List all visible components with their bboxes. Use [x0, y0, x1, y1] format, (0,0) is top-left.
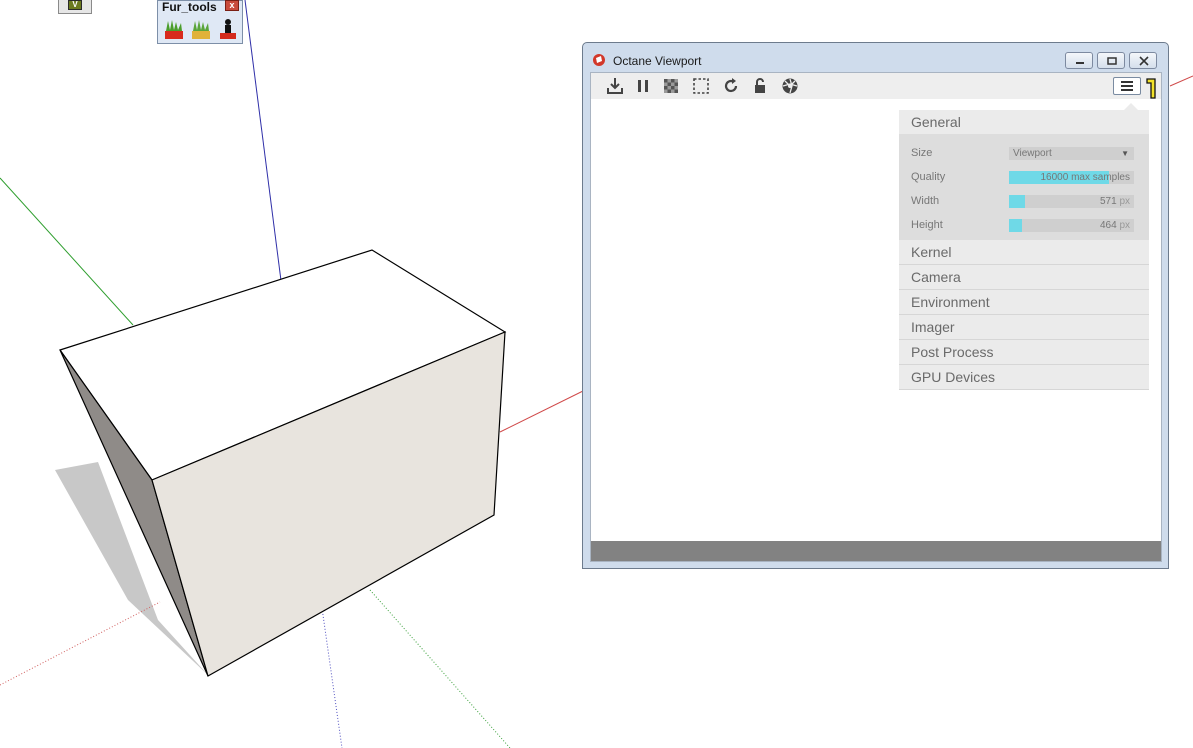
restore-icon — [1107, 57, 1117, 65]
section-camera[interactable]: Camera — [899, 265, 1149, 290]
red-axis — [499, 390, 584, 433]
general-settings-body: Size Viewport ▼ Quality 16000 max sample… — [899, 134, 1149, 240]
octane-toolbar — [591, 73, 1161, 99]
fur-tools-close-button[interactable]: x — [225, 0, 239, 11]
lock-button[interactable] — [750, 76, 770, 96]
quality-slider[interactable]: 16000 max samples — [1009, 171, 1134, 184]
settings-panel: General Size Viewport ▼ Quality 16000 ma… — [899, 103, 1149, 390]
minimize-icon — [1076, 62, 1084, 64]
fur-tools-palette: Fur_tools x — [157, 0, 243, 44]
alpha-checker-button[interactable] — [661, 76, 681, 96]
region-render-button[interactable] — [691, 76, 711, 96]
section-gpu-devices[interactable]: GPU Devices — [899, 365, 1149, 390]
close-button[interactable] — [1129, 52, 1157, 69]
section-environment[interactable]: Environment — [899, 290, 1149, 315]
menu-icon — [1121, 81, 1133, 93]
size-select[interactable]: Viewport ▼ — [1009, 147, 1134, 160]
save-render-button[interactable] — [605, 76, 625, 96]
size-row: Size Viewport ▼ — [911, 147, 1135, 161]
fur-yellow-icon — [192, 20, 210, 39]
width-label: Width — [911, 195, 940, 207]
red-axis-far — [1169, 75, 1193, 87]
fur-figure-button[interactable] — [215, 16, 240, 42]
green-axis-dotted — [369, 589, 511, 748]
green-axis — [0, 177, 134, 326]
quality-value: 16000 max samples — [1040, 172, 1131, 183]
refresh-icon — [724, 78, 738, 93]
aperture-icon — [782, 78, 798, 94]
width-slider[interactable]: 571 px — [1009, 195, 1134, 208]
fur-red-button[interactable] — [161, 16, 186, 42]
unlock-icon — [755, 78, 765, 93]
render-area[interactable]: General Size Viewport ▼ Quality 16000 ma… — [590, 72, 1162, 562]
pause-button[interactable] — [633, 76, 653, 96]
section-general[interactable]: General — [899, 110, 1149, 134]
sketchup-app-icon — [593, 54, 605, 66]
blue-axis-dotted — [321, 607, 343, 748]
panel-pointer — [1124, 103, 1138, 110]
pause-icon — [638, 80, 648, 92]
red-axis-dotted — [0, 601, 161, 686]
height-slider[interactable]: 464 px — [1009, 219, 1134, 232]
restore-button[interactable] — [1097, 52, 1125, 69]
checker-icon — [664, 79, 678, 93]
octane-viewport-window: Octane Viewport General Size Viewport ▼ … — [582, 42, 1169, 569]
height-row: Height 464 px — [911, 219, 1135, 233]
fur-tools-title: Fur_tools — [162, 0, 217, 14]
download-icon — [607, 78, 623, 94]
window-title: Octane Viewport — [613, 54, 702, 68]
toolbar-mini-button[interactable]: V — [68, 0, 82, 10]
height-unit: px — [1119, 220, 1130, 231]
quality-row: Quality 16000 max samples — [911, 171, 1135, 185]
height-fill — [1009, 219, 1022, 232]
section-kernel[interactable]: Kernel — [899, 240, 1149, 265]
chevron-down-icon: ▼ — [1121, 149, 1129, 158]
fur-red-icon — [165, 20, 183, 39]
height-label: Height — [911, 219, 943, 231]
refresh-button[interactable] — [721, 76, 741, 96]
quality-label: Quality — [911, 171, 946, 183]
section-imager[interactable]: Imager — [899, 315, 1149, 340]
status-bar — [591, 541, 1161, 561]
sketchup-mini-toolbar: V — [58, 0, 92, 14]
camera-aperture-button[interactable] — [780, 76, 800, 96]
size-label: Size — [911, 147, 933, 159]
grip-handle-icon[interactable] — [1145, 76, 1159, 100]
region-select-icon — [693, 78, 709, 94]
height-value: 464 — [1099, 220, 1117, 231]
minimize-button[interactable] — [1065, 52, 1093, 69]
width-fill — [1009, 195, 1026, 208]
close-icon — [1139, 56, 1149, 66]
width-value: 571 — [1099, 196, 1117, 207]
width-row: Width 571 px — [911, 195, 1135, 209]
fur-yellow-button[interactable] — [188, 16, 213, 42]
section-post-process[interactable]: Post Process — [899, 340, 1149, 365]
settings-menu-button[interactable] — [1113, 77, 1141, 95]
fur-figure-icon — [220, 19, 236, 39]
width-unit: px — [1119, 196, 1130, 207]
window-titlebar[interactable]: Octane Viewport — [583, 43, 1168, 71]
